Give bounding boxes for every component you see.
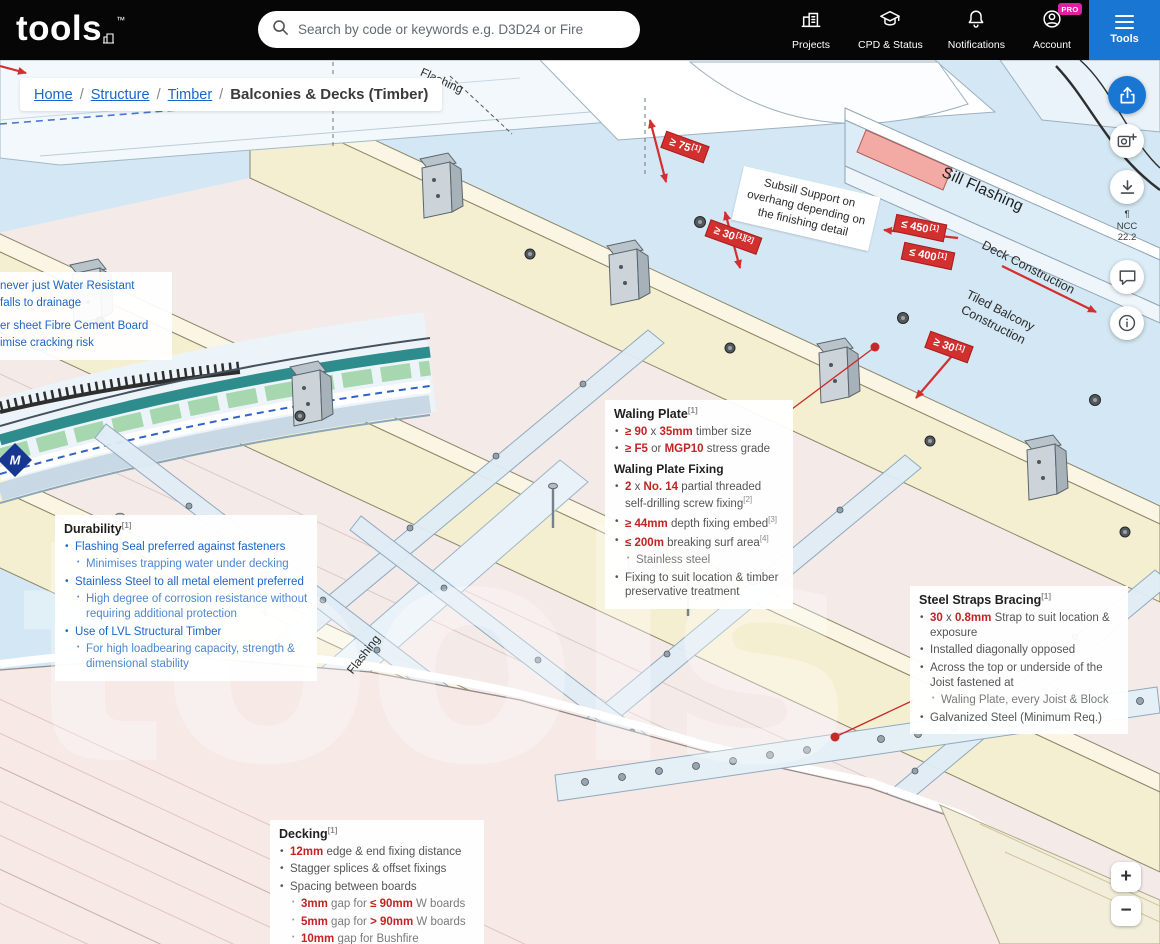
download-icon (1120, 180, 1134, 194)
nav-label: CPD & Status (858, 39, 923, 51)
header-nav: Projects CPD & Status Notifications PRO (789, 3, 1082, 51)
zoom-controls: + − (1111, 862, 1141, 926)
app-logo[interactable]: tools ™ (16, 9, 126, 53)
comment-icon (1119, 270, 1135, 285)
share-button[interactable] (1108, 76, 1146, 114)
breadcrumb: Home / Structure / Timber / Balconies & Decks … (20, 78, 443, 111)
breadcrumb-timber[interactable]: Timber (168, 87, 213, 103)
info-icon (1118, 314, 1136, 332)
nav-projects[interactable]: Projects (789, 8, 833, 51)
download-button[interactable] (1110, 170, 1144, 204)
nav-label: Account (1033, 39, 1071, 51)
edge-note-line: never just Water Resistant (0, 280, 135, 292)
graduation-cap-icon (879, 8, 901, 35)
nav-account[interactable]: PRO Account (1030, 3, 1082, 51)
breadcrumb-home[interactable]: Home (34, 87, 73, 103)
breadcrumb-separator: / (219, 87, 224, 103)
nav-label: Projects (792, 39, 830, 51)
breadcrumb-structure[interactable]: Structure (91, 87, 150, 103)
bell-icon (965, 8, 987, 35)
top-bar: tools ™ Projects CPD & S (0, 0, 1160, 60)
breadcrumb-separator: / (79, 87, 84, 103)
ncc-icon: ¶ (1124, 209, 1130, 220)
zoom-in-button[interactable]: + (1111, 862, 1141, 892)
search-input[interactable] (298, 22, 626, 37)
app-window: tools ™ Projects CPD & S (0, 0, 1160, 944)
share-icon (1119, 86, 1135, 103)
menu-icon (1115, 14, 1134, 30)
ncc-code-button[interactable]: ¶ NCC 22.2 (1104, 209, 1150, 244)
tools-menu-label: Tools (1110, 33, 1139, 46)
add-screenshot-button[interactable] (1110, 124, 1144, 158)
comments-button[interactable] (1110, 260, 1144, 294)
edge-note-line: falls to drainage (0, 297, 82, 310)
projects-icon (800, 8, 822, 35)
pro-badge: PRO (1057, 3, 1082, 15)
zoom-out-button[interactable]: − (1111, 896, 1141, 926)
edge-note-line: imise cracking risk (0, 336, 94, 349)
svg-text:M: M (10, 453, 22, 468)
info-button[interactable] (1110, 306, 1144, 340)
edge-note-line: er sheet Fibre Cement Board (0, 319, 149, 332)
search-bar[interactable] (258, 11, 640, 48)
diagram-canvas[interactable]: M M (0, 60, 1160, 944)
edge-notes: never just Water Resistant falls to drai… (0, 272, 172, 360)
image-plus-icon (1117, 133, 1137, 148)
ncc-version: 22.2 (1117, 231, 1137, 243)
nav-label: Notifications (947, 39, 1005, 51)
search-icon (272, 19, 289, 41)
callout-waling-plate: Waling Plate[1]≥ 90 x 35mm timber size≥ … (605, 400, 793, 610)
callout-steel-straps: Steel Straps Bracing[1]30 x 0.8mm Strap … (910, 586, 1128, 735)
logo-text: tools (16, 9, 103, 48)
callout-decking: Decking[1]12mm edge & end fixing distanc… (270, 820, 484, 944)
tools-menu-button[interactable]: Tools (1089, 0, 1160, 60)
breadcrumb-separator: / (156, 87, 161, 103)
logo-building-icon (103, 13, 115, 53)
logo-tm: ™ (116, 15, 126, 25)
callout-durability: Durability[1]Flashing Seal preferred aga… (55, 515, 317, 681)
nav-notifications[interactable]: Notifications (948, 8, 1005, 51)
nav-cpd-status[interactable]: CPD & Status (858, 8, 923, 51)
breadcrumb-current-page: Balconies & Decks (Timber) (230, 86, 429, 103)
